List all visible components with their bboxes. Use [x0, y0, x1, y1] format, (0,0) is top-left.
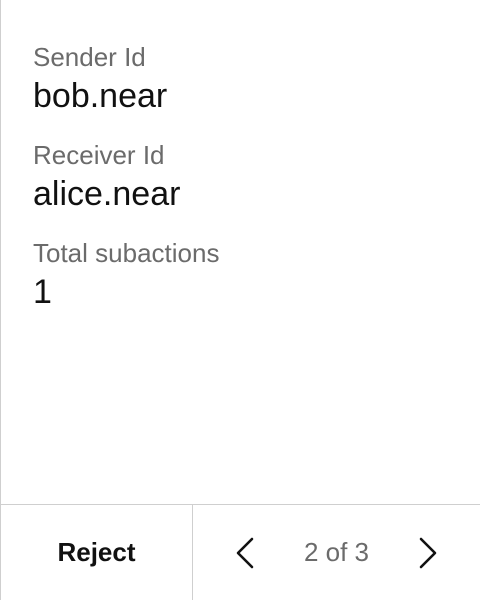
- chevron-left-icon: [236, 537, 254, 568]
- sender-label: Sender Id: [33, 42, 146, 72]
- subactions-value: 1: [33, 273, 52, 311]
- subactions-label: Total subactions: [33, 238, 220, 268]
- page-indicator: 2 of 3: [303, 537, 370, 567]
- pager: 2 of 3: [193, 505, 480, 600]
- footer-bar: Reject 2 of 3: [1, 504, 480, 600]
- sender-value: bob.near: [33, 77, 168, 115]
- receiver-value: alice.near: [33, 175, 181, 213]
- subactions-field: Total subactions 1: [33, 236, 480, 312]
- receiver-label: Receiver Id: [33, 140, 165, 170]
- transaction-screen: Sender Id bob.near Receiver Id alice.nea…: [0, 0, 480, 600]
- next-page-button[interactable]: [412, 533, 444, 573]
- receiver-field: Receiver Id alice.near: [33, 138, 480, 214]
- transaction-details: Sender Id bob.near Receiver Id alice.nea…: [1, 0, 480, 504]
- sender-field: Sender Id bob.near: [33, 40, 480, 116]
- previous-page-button[interactable]: [229, 533, 261, 573]
- chevron-right-icon: [419, 537, 437, 568]
- reject-button[interactable]: Reject: [1, 505, 193, 600]
